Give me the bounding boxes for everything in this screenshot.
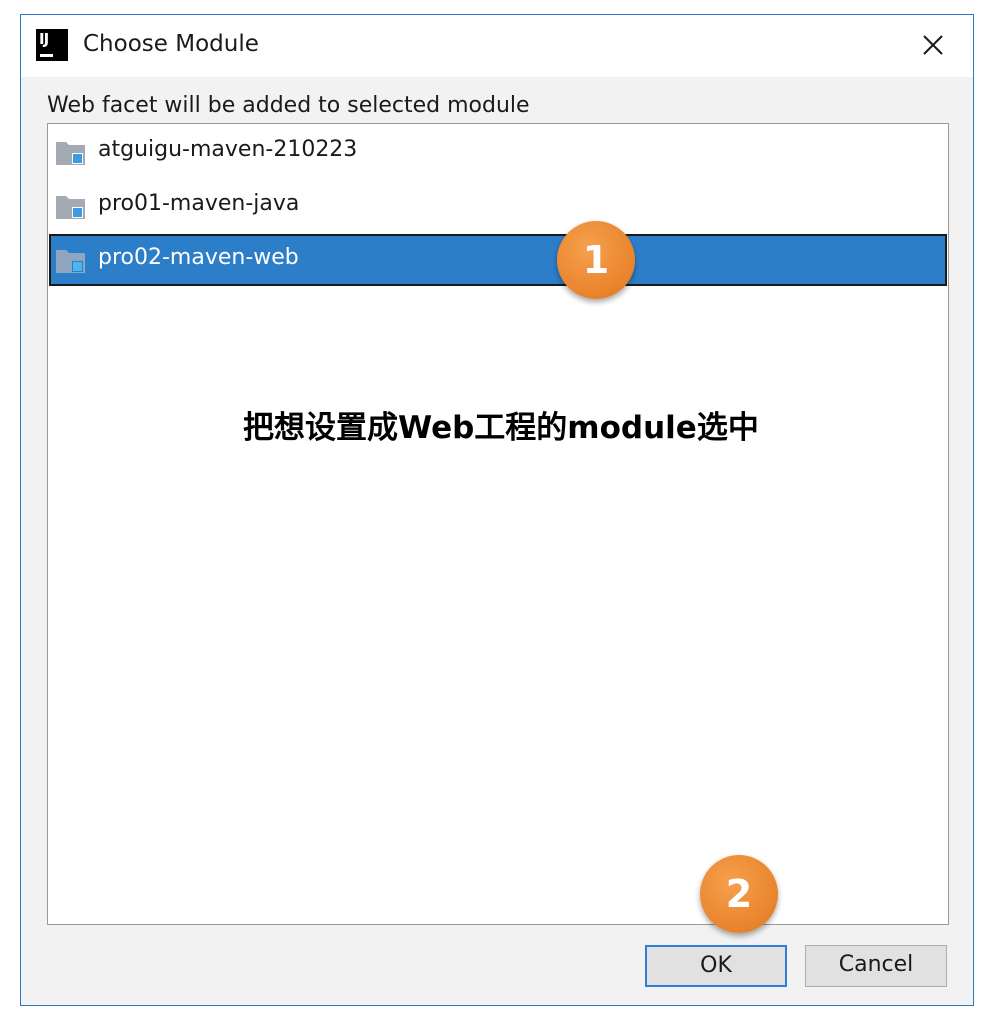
module-folder-icon: [55, 193, 87, 221]
module-list[interactable]: atguigu-maven-210223 pro01-maven-java pr…: [47, 123, 949, 925]
list-item-pro01-maven-java[interactable]: pro01-maven-java: [49, 180, 947, 232]
list-item-label: pro01-maven-java: [98, 191, 300, 216]
prompt-label: Web facet will be added to selected modu…: [47, 93, 530, 118]
instruction-annotation: 把想设置成Web工程的module选中: [243, 410, 759, 446]
close-icon[interactable]: [915, 27, 951, 63]
list-item-label: pro02-maven-web: [98, 245, 299, 270]
window-title: Choose Module: [83, 31, 259, 57]
module-folder-icon: [55, 139, 87, 167]
choose-module-dialog: IJ Choose Module Web facet will be added…: [20, 14, 974, 1006]
list-item-pro02-maven-web[interactable]: pro02-maven-web: [49, 234, 947, 286]
title-bar: IJ Choose Module: [21, 15, 973, 77]
step-1-badge: 1: [557, 221, 635, 299]
list-item-atguigu-maven-210223[interactable]: atguigu-maven-210223: [49, 126, 947, 178]
intellij-logo-icon: IJ: [36, 29, 68, 61]
module-folder-icon: [55, 247, 87, 275]
ok-button[interactable]: OK: [645, 945, 787, 987]
step-2-badge: 2: [700, 855, 778, 933]
list-item-label: atguigu-maven-210223: [98, 137, 358, 162]
cancel-button[interactable]: Cancel: [805, 945, 947, 987]
logo-text: IJ: [39, 30, 49, 48]
